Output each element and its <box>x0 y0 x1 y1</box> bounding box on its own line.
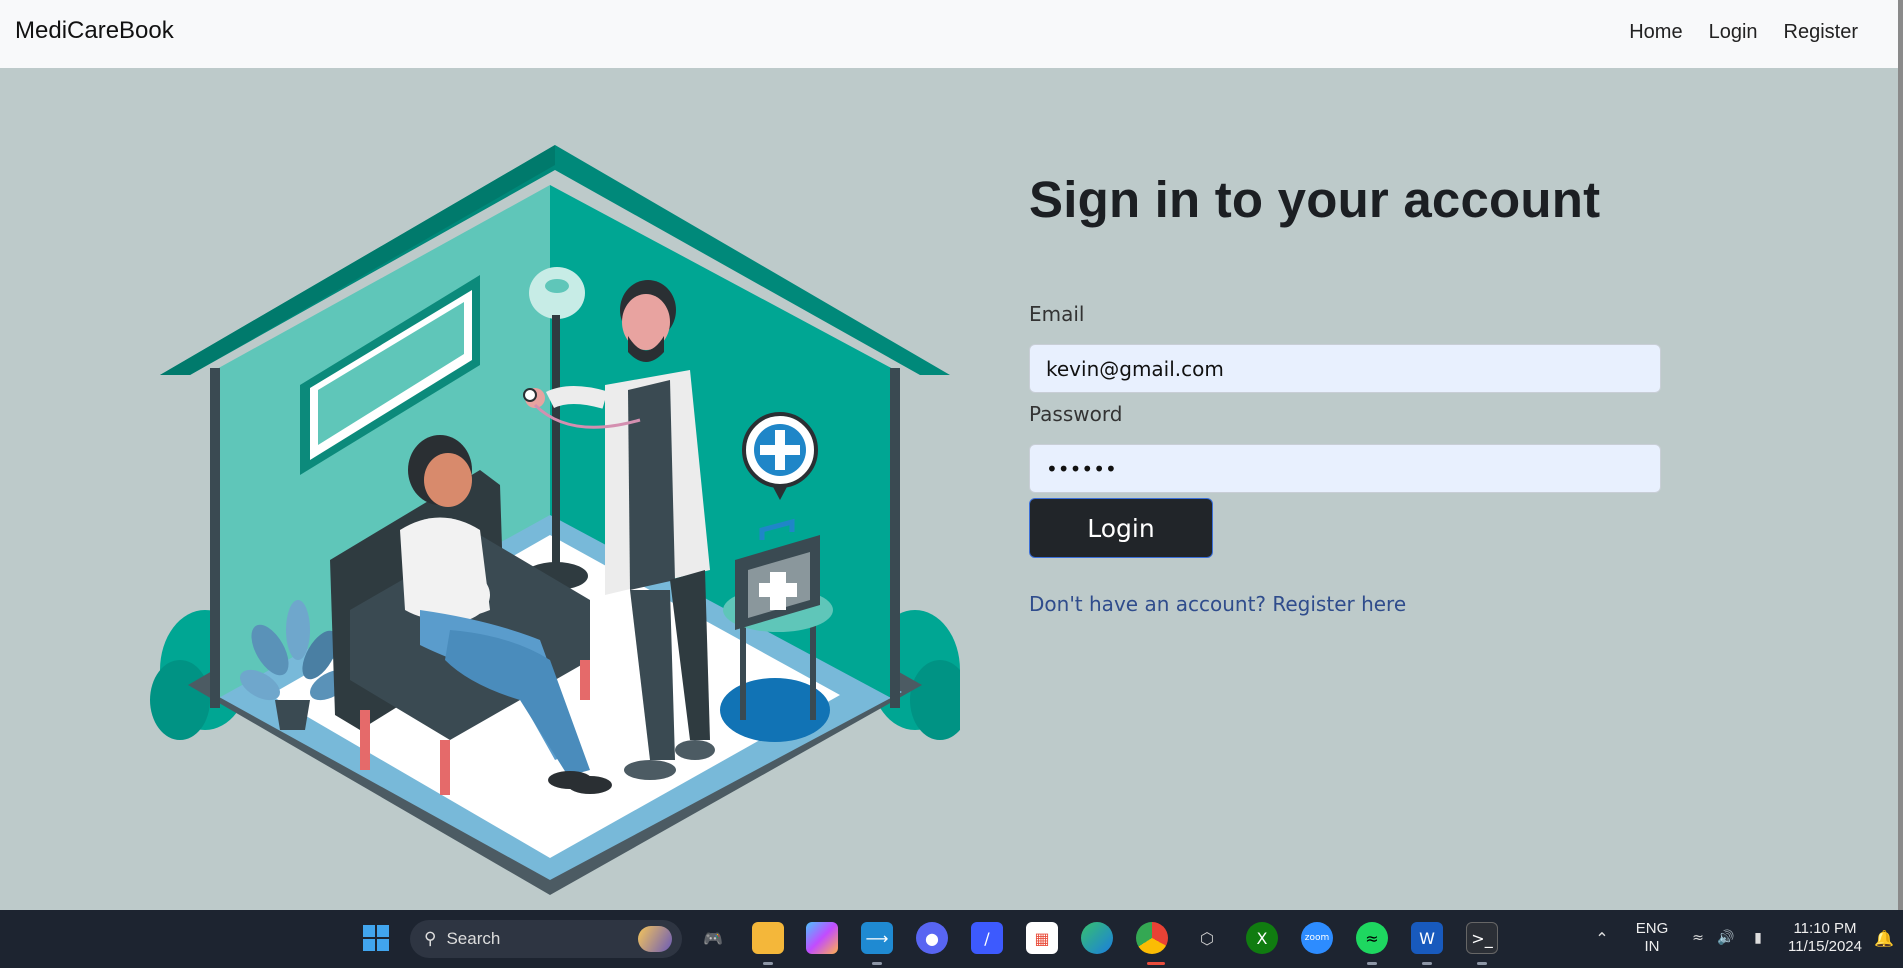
page-scrollbar[interactable] <box>1898 0 1903 910</box>
visual-studio-icon[interactable]: / <box>971 922 1003 954</box>
unity-icon[interactable]: ⬡ <box>1191 922 1223 954</box>
password-field[interactable] <box>1029 444 1661 493</box>
clock[interactable]: 11:10 PM 11/15/2024 <box>1780 920 1870 956</box>
password-label: Password <box>1029 402 1123 426</box>
brand-logo[interactable]: MediCareBook <box>15 17 174 45</box>
edge-icon[interactable] <box>1081 922 1113 954</box>
email-field[interactable] <box>1029 344 1661 393</box>
region-code: IN <box>1644 938 1660 955</box>
doctor-patient-illustration <box>150 145 960 895</box>
email-label: Email <box>1029 302 1085 326</box>
nav-login-link[interactable]: Login <box>1709 21 1758 44</box>
file-explorer-icon[interactable] <box>752 922 784 954</box>
nav-register-link[interactable]: Register <box>1784 21 1858 44</box>
xbox-icon[interactable]: X <box>1246 922 1278 954</box>
game-controller-icon[interactable]: 🎮 <box>697 922 729 954</box>
clock-time: 11:10 PM <box>1793 920 1857 937</box>
word-icon[interactable]: W <box>1411 922 1443 954</box>
register-link[interactable]: Don't have an account? Register here <box>1029 592 1406 616</box>
battery-icon[interactable]: ▮ <box>1742 922 1774 954</box>
discord-icon[interactable]: ● <box>916 922 948 954</box>
vscode-icon[interactable]: ⟶ <box>861 922 893 954</box>
search-icon: ⚲ <box>424 929 437 948</box>
chrome-icon[interactable] <box>1136 922 1168 954</box>
notification-bell-icon[interactable]: 🔔 <box>1868 922 1900 954</box>
search-highlight-icon <box>638 926 672 952</box>
spotify-icon[interactable]: ≈ <box>1356 922 1388 954</box>
taskbar-search[interactable]: ⚲ Search <box>410 920 682 958</box>
chevron-up-icon[interactable]: ⌃ <box>1586 922 1618 954</box>
signin-form: Sign in to your account Email Password L… <box>1029 170 1661 616</box>
volume-icon[interactable]: 🔊 <box>1710 922 1742 954</box>
language-code: ENG <box>1635 920 1669 937</box>
page-title: Sign in to your account <box>1029 171 1601 228</box>
nav-home-link[interactable]: Home <box>1629 21 1682 44</box>
zoom-icon[interactable]: zoom <box>1301 922 1333 954</box>
windows-start-icon[interactable] <box>360 922 392 954</box>
microsoft-store-icon[interactable]: ▦ <box>1026 922 1058 954</box>
copilot-icon[interactable] <box>806 922 838 954</box>
search-label: Search <box>446 929 501 948</box>
navbar: MediCareBook Home Login Register <box>0 0 1903 68</box>
login-button[interactable]: Login <box>1029 498 1213 558</box>
taskbar: ⚲ Search 🎮 ⟶ ● / ▦ ⬡ X zoom ≈ W >_ ⌃ ENG… <box>0 910 1903 968</box>
clock-date: 11/15/2024 <box>1788 938 1862 955</box>
nav-links: Home Login Register <box>1629 21 1858 44</box>
language-indicator[interactable]: ENG IN <box>1630 920 1674 956</box>
terminal-icon[interactable]: >_ <box>1466 922 1498 954</box>
